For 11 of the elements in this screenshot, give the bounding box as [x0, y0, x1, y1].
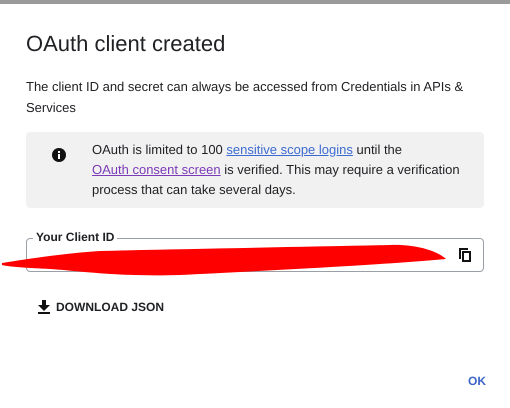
field-label: Your Client ID [33, 230, 118, 244]
copy-icon[interactable] [459, 248, 471, 262]
info-icon [52, 148, 66, 162]
notice-link[interactable]: OAuth consent screen [92, 162, 221, 177]
ok-button[interactable]: OK [462, 366, 492, 396]
notice-link[interactable]: sensitive scope logins [226, 142, 353, 157]
download-icon [38, 300, 50, 314]
dialog-title: OAuth client created [26, 30, 226, 58]
download-json-button[interactable]: DOWNLOAD JSON [30, 294, 172, 320]
notice-text: OAuth is limited to 100 sensitive scope logins until the OAuth consent screen is verified. This may require a verification process that can take several days. [92, 141, 461, 199]
dialog-description: The client ID and secret can always be accessed from Credentials in APIs & Services [26, 78, 464, 117]
